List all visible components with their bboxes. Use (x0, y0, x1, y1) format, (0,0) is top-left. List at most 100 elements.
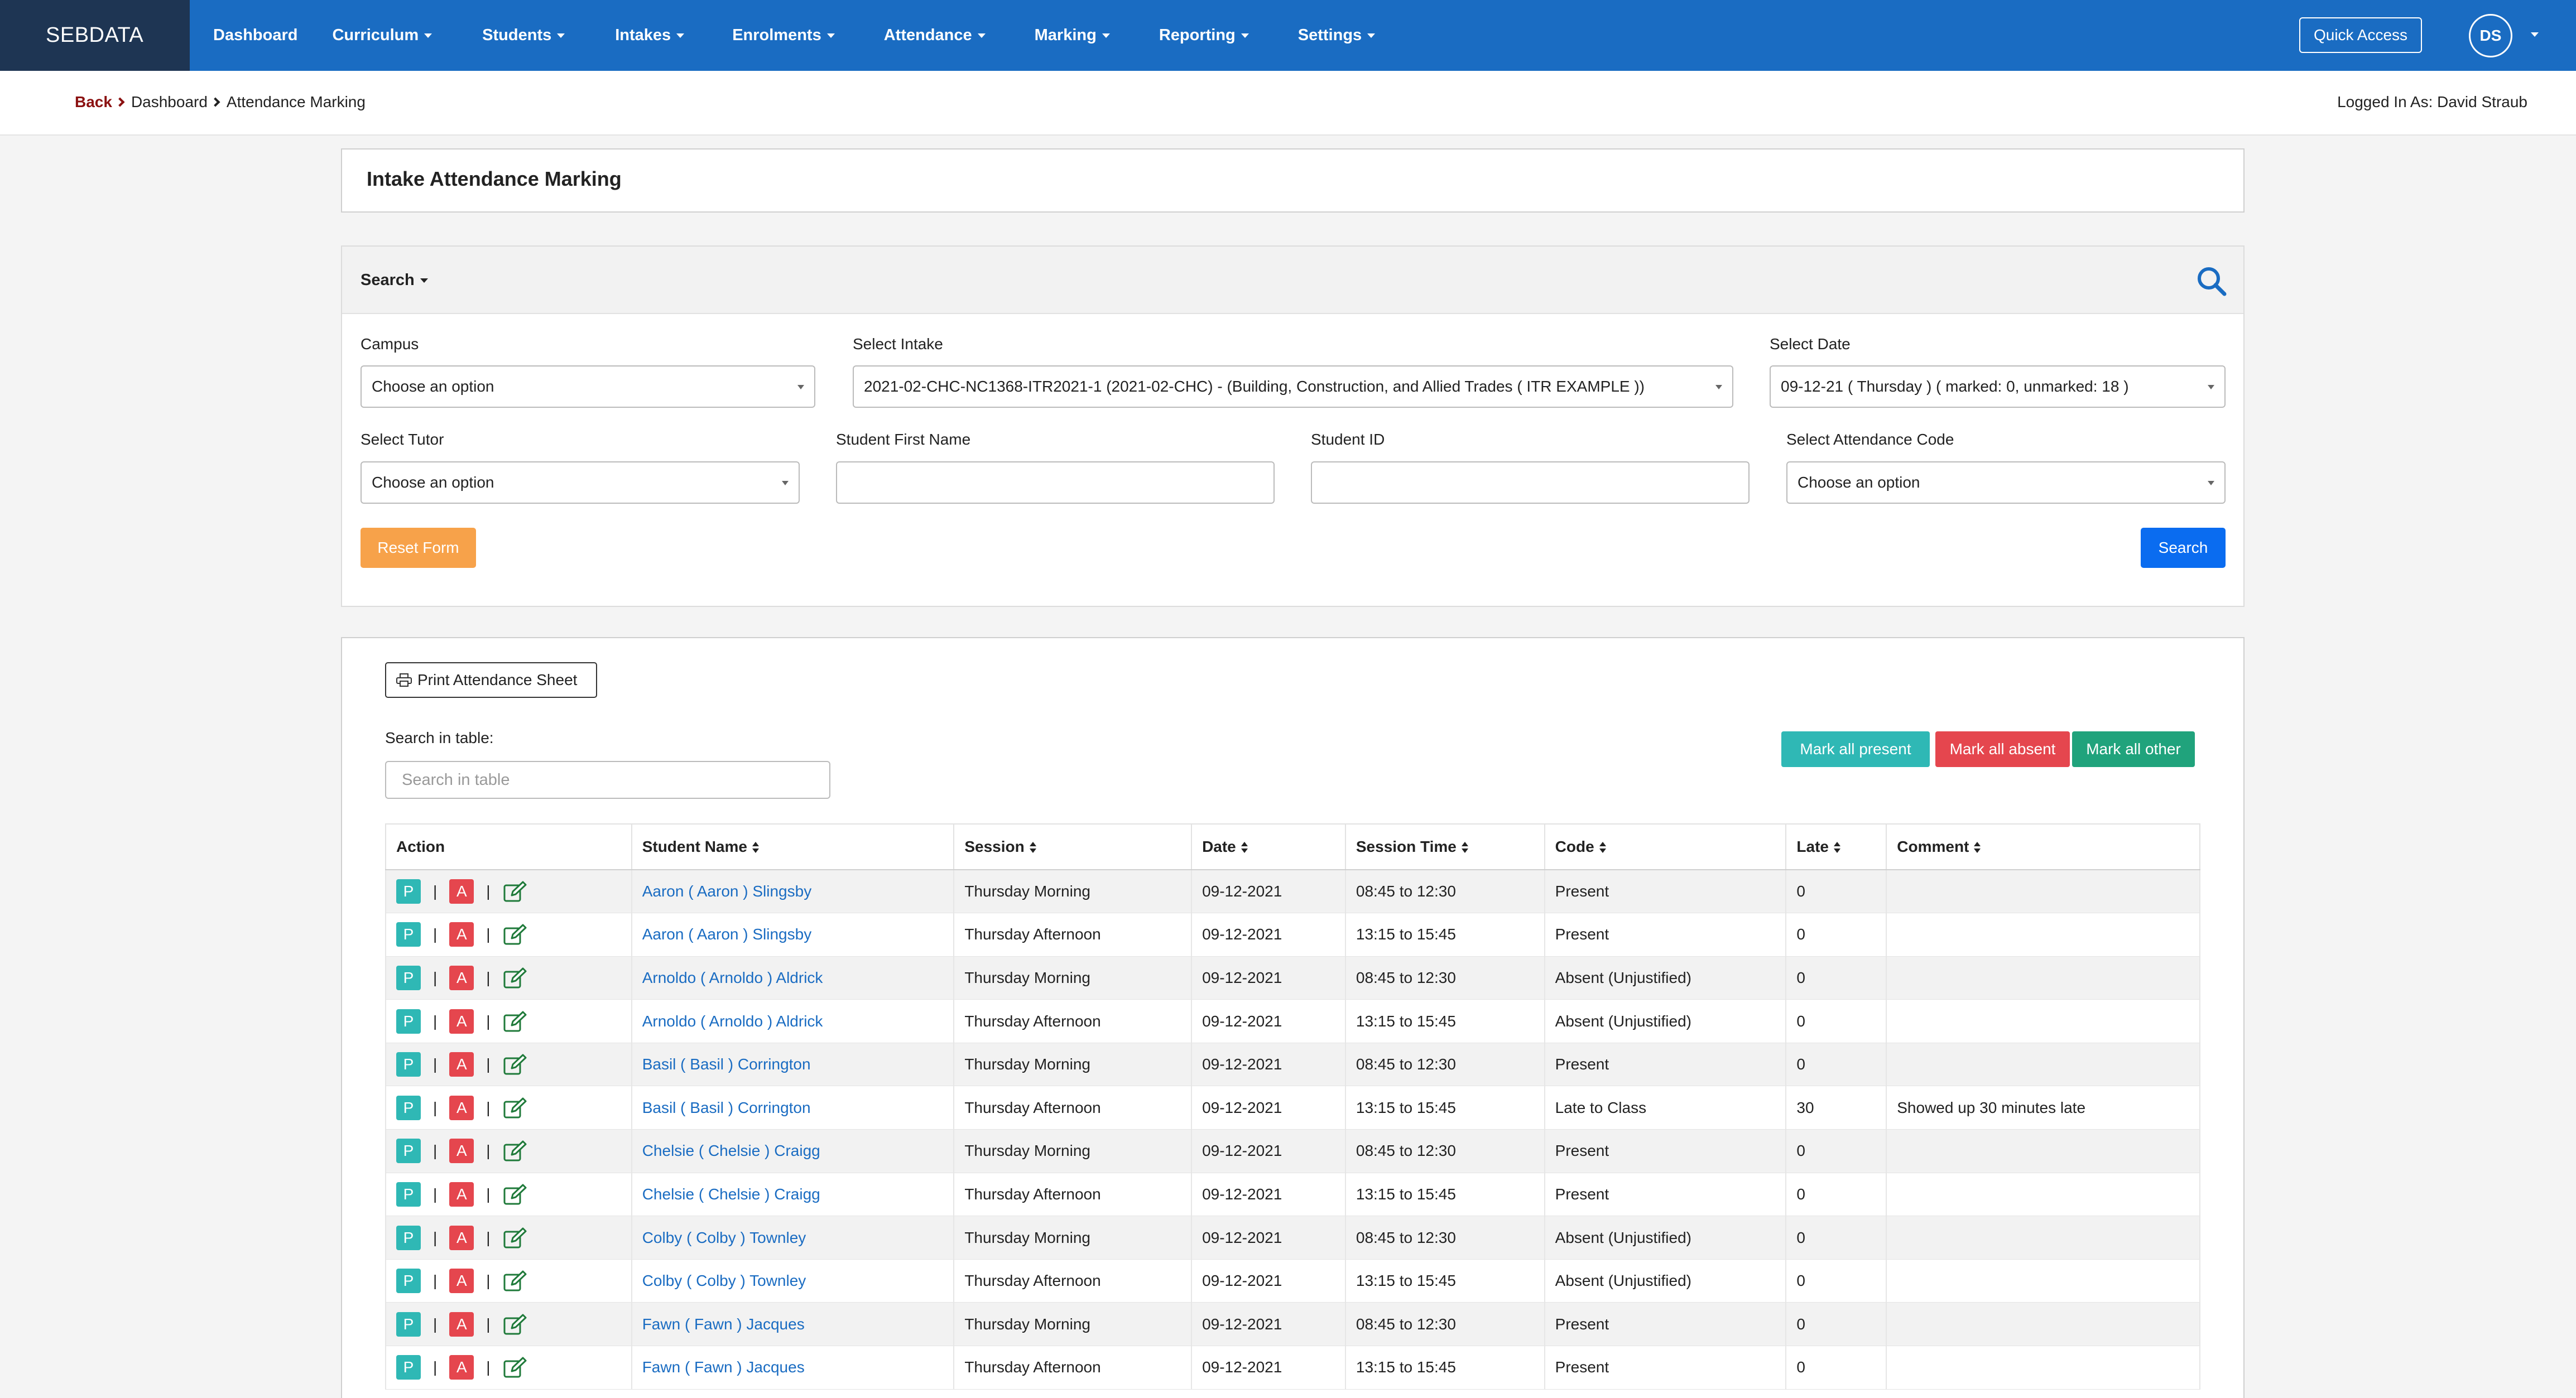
tutor-select[interactable]: Choose an option (361, 461, 800, 504)
mark-present-button[interactable]: P (396, 1139, 421, 1164)
column-header-code[interactable]: Code (1544, 823, 1787, 870)
nav-reporting[interactable]: Reporting (1159, 0, 1249, 71)
first-name-input[interactable] (836, 461, 1275, 504)
column-header-action[interactable]: Action (385, 823, 632, 870)
student-name-link[interactable]: Basil ( Basil ) Corrington (642, 1055, 811, 1073)
brand-logo[interactable]: SEBDATA (0, 0, 190, 71)
campus-select[interactable]: Choose an option (361, 365, 815, 408)
mark-absent-button[interactable]: A (449, 1095, 474, 1120)
mark-present-button[interactable]: P (396, 1355, 421, 1380)
intake-select[interactable]: 2021-02-CHC-NC1368-ITR2021-1 (2021-02-CH… (853, 365, 1733, 408)
session-time-cell: 13:15 to 15:45 (1344, 1173, 1545, 1217)
edit-icon[interactable] (503, 1313, 527, 1336)
edit-icon[interactable] (503, 1010, 527, 1033)
column-header-date[interactable]: Date (1191, 823, 1346, 870)
mark-absent-button[interactable]: A (449, 1052, 474, 1077)
edit-icon[interactable] (503, 1356, 527, 1378)
mark-absent-button[interactable]: A (449, 1009, 474, 1034)
search-icon[interactable] (2196, 266, 2227, 297)
mark-absent-button[interactable]: A (449, 1355, 474, 1380)
table-row: P | A | Fawn ( Fawn ) Jacques Thursday Aftern… (385, 1346, 2200, 1390)
mark-present-button[interactable]: P (396, 879, 421, 904)
edit-icon[interactable] (503, 1053, 527, 1076)
mark-all-other-button[interactable]: Mark all other (2072, 731, 2195, 767)
mark-present-button[interactable]: P (396, 1269, 421, 1294)
edit-icon[interactable] (503, 1270, 527, 1292)
mark-absent-button[interactable]: A (449, 879, 474, 904)
edit-icon[interactable] (503, 1227, 527, 1249)
attendance-table: Action Student Name Session Date Session… (385, 823, 2200, 1390)
edit-icon[interactable] (503, 1097, 527, 1119)
mark-present-button[interactable]: P (396, 1225, 421, 1250)
nav-students[interactable]: Students (482, 0, 565, 71)
student-name-link[interactable]: Colby ( Colby ) Townley (642, 1229, 806, 1246)
mark-absent-button[interactable]: A (449, 1269, 474, 1294)
mark-present-button[interactable]: P (396, 1312, 421, 1337)
back-link[interactable]: Back (75, 93, 112, 111)
column-header-session-time[interactable]: Session Time (1344, 823, 1545, 870)
mark-all-present-button[interactable]: Mark all present (1781, 731, 1930, 767)
user-avatar[interactable]: DS (2469, 14, 2512, 57)
table-row: P | A | Colby ( Colby ) Townley Thursday Morn… (385, 1216, 2200, 1260)
mark-absent-button[interactable]: A (449, 1312, 474, 1337)
separator: | (433, 1358, 438, 1376)
attendance-code-select[interactable]: Choose an option (1786, 461, 2226, 504)
mark-present-button[interactable]: P (396, 1182, 421, 1207)
column-header-comment[interactable]: Comment (1886, 823, 2200, 870)
reset-form-button[interactable]: Reset Form (361, 528, 476, 568)
student-name-link[interactable]: Arnoldo ( Arnoldo ) Aldrick (642, 969, 823, 986)
mark-all-absent-button[interactable]: Mark all absent (1935, 731, 2070, 767)
column-header-late[interactable]: Late (1785, 823, 1887, 870)
print-attendance-sheet-button[interactable]: Print Attendance Sheet (385, 662, 597, 698)
student-name-link[interactable]: Fawn ( Fawn ) Jacques (642, 1315, 805, 1333)
session-time-cell: 08:45 to 12:30 (1344, 956, 1545, 1000)
date-select[interactable]: 09-12-21 ( Thursday ) ( marked: 0, unmar… (1770, 365, 2226, 408)
nav-settings[interactable]: Settings (1298, 0, 1376, 71)
student-id-input[interactable] (1311, 461, 1750, 504)
mark-present-button[interactable]: P (396, 922, 421, 947)
mark-absent-button[interactable]: A (449, 965, 474, 990)
edit-icon[interactable] (503, 880, 527, 903)
code-cell: Present (1544, 1043, 1787, 1087)
student-name-link[interactable]: Fawn ( Fawn ) Jacques (642, 1358, 805, 1376)
mark-absent-button[interactable]: A (449, 1139, 474, 1164)
search-toggle[interactable]: Search (361, 271, 428, 290)
sort-icon (1461, 841, 1469, 854)
student-name-link[interactable]: Colby ( Colby ) Townley (642, 1272, 806, 1289)
nav-attendance[interactable]: Attendance (884, 0, 986, 71)
late-cell: 0 (1785, 1216, 1887, 1260)
student-name-link[interactable]: Aaron ( Aaron ) Slingsby (642, 925, 812, 943)
action-cell: P | A | (385, 1129, 632, 1173)
column-header-student-name[interactable]: Student Name (631, 823, 955, 870)
mark-present-button[interactable]: P (396, 1095, 421, 1120)
mark-absent-button[interactable]: A (449, 1225, 474, 1250)
nav-marking[interactable]: Marking (1035, 0, 1110, 71)
edit-icon[interactable] (503, 967, 527, 989)
student-name-link[interactable]: Aaron ( Aaron ) Slingsby (642, 883, 812, 900)
mark-absent-button[interactable]: A (449, 1182, 474, 1207)
edit-icon[interactable] (503, 1140, 527, 1162)
student-name-link[interactable]: Arnoldo ( Arnoldo ) Aldrick (642, 1013, 823, 1030)
edit-icon[interactable] (503, 1183, 527, 1206)
nav-curriculum[interactable]: Curriculum (332, 0, 432, 71)
nav-intakes[interactable]: Intakes (615, 0, 685, 71)
search-in-table-input[interactable]: Search in table (385, 761, 830, 799)
mark-absent-button[interactable]: A (449, 922, 474, 947)
nav-dashboard[interactable]: Dashboard (213, 0, 297, 71)
mark-present-button[interactable]: P (396, 1052, 421, 1077)
student-name-link[interactable]: Chelsie ( Chelsie ) Craigg (642, 1142, 820, 1159)
mark-present-button[interactable]: P (396, 1009, 421, 1034)
search-button[interactable]: Search (2141, 528, 2226, 568)
nav-enrolments[interactable]: Enrolments (732, 0, 835, 71)
quick-access-button[interactable]: Quick Access (2299, 17, 2422, 53)
breadcrumb-dashboard[interactable]: Dashboard (131, 93, 208, 111)
column-header-session[interactable]: Session (953, 823, 1193, 870)
mark-present-button[interactable]: P (396, 965, 421, 990)
avatar-chevron-down-icon[interactable] (2531, 32, 2539, 37)
action-cell: P | A | (385, 1259, 632, 1303)
student-name-link[interactable]: Basil ( Basil ) Corrington (642, 1099, 811, 1116)
student-name-link[interactable]: Chelsie ( Chelsie ) Craigg (642, 1185, 820, 1203)
edit-icon[interactable] (503, 923, 527, 946)
session-time-cell: 13:15 to 15:45 (1344, 1259, 1545, 1303)
student-name-cell: Chelsie ( Chelsie ) Craigg (631, 1129, 955, 1173)
